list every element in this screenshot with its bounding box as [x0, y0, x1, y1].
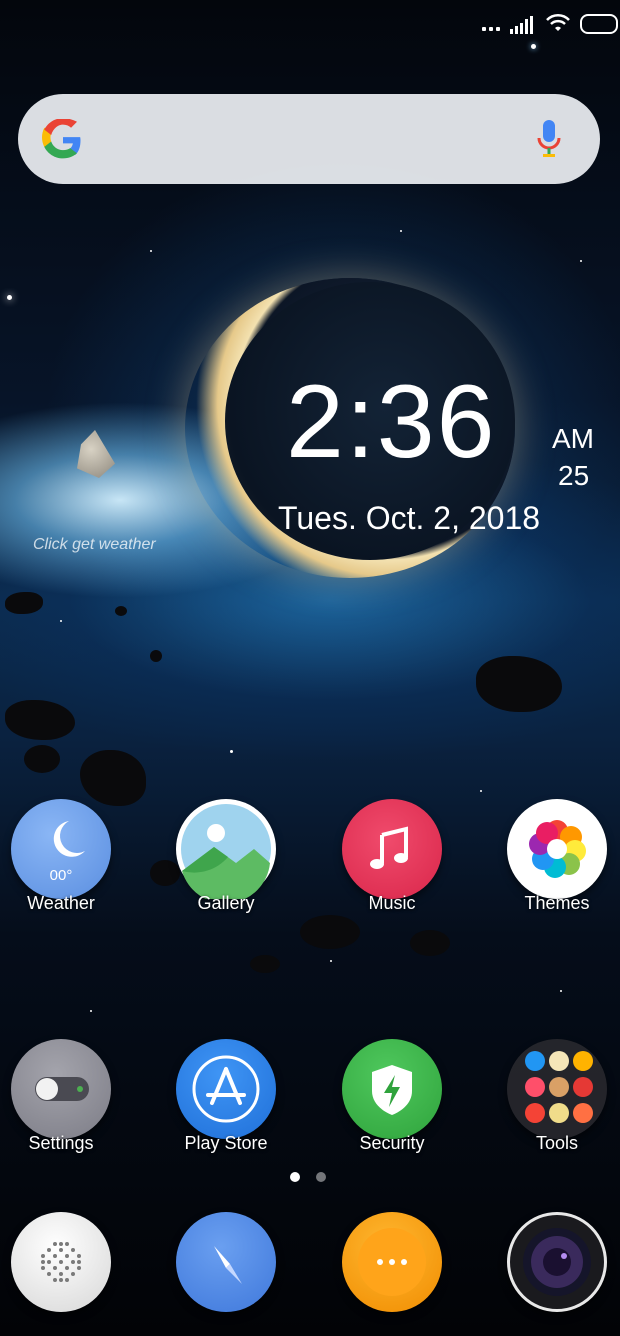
messages-dots-icon	[342, 1212, 442, 1312]
clock-seconds: 25	[558, 460, 590, 491]
star	[480, 790, 482, 792]
folder-tools[interactable]: Tools	[502, 1039, 612, 1154]
dock-messages[interactable]	[337, 1212, 447, 1312]
star	[7, 295, 12, 300]
star	[230, 750, 233, 753]
star	[560, 990, 562, 992]
camera-lens-icon	[507, 1212, 607, 1312]
themes-flower-icon	[507, 799, 607, 899]
status-bar	[0, 10, 620, 38]
moon-image	[77, 430, 115, 478]
notification-dots-icon	[482, 27, 500, 31]
security-shield-icon	[342, 1039, 442, 1139]
asteroid	[150, 650, 162, 662]
app-label: Tools	[535, 1133, 579, 1153]
phone-speaker-icon	[11, 1212, 111, 1312]
clock-ampm: AM	[552, 423, 594, 454]
app-settings[interactable]: Settings	[6, 1039, 116, 1154]
clock-date[interactable]: Tues. Oct. 2, 2018	[278, 500, 540, 537]
app-music[interactable]: Music	[337, 799, 447, 914]
tools-folder-icon	[507, 1039, 607, 1139]
asteroid	[476, 656, 562, 712]
weather-prompt[interactable]: Click get weather	[33, 536, 156, 554]
weather-moon-icon: 00°	[11, 799, 111, 899]
asteroid	[24, 745, 60, 773]
app-label: Music	[368, 893, 416, 913]
page-dot-active[interactable]	[290, 1172, 300, 1182]
wifi-icon	[546, 13, 570, 31]
star	[90, 1010, 92, 1012]
star	[580, 260, 582, 262]
asteroid	[250, 955, 280, 973]
star	[330, 960, 332, 962]
app-gallery[interactable]: Gallery	[171, 799, 281, 914]
star	[531, 44, 536, 49]
app-label: Gallery	[197, 893, 255, 913]
settings-toggle-icon	[11, 1039, 111, 1139]
app-label: Weather	[27, 893, 95, 913]
star	[60, 620, 62, 622]
dock-phone[interactable]	[6, 1212, 116, 1312]
weather-temp: 00°	[49, 867, 73, 884]
star	[400, 230, 402, 232]
asteroid	[115, 606, 127, 616]
microphone-icon[interactable]	[534, 118, 564, 160]
app-store-icon	[176, 1039, 276, 1139]
compass-icon	[176, 1212, 276, 1312]
app-label: Security	[359, 1133, 425, 1153]
app-security[interactable]: Security	[337, 1039, 447, 1154]
asteroid	[5, 592, 43, 614]
dock-browser[interactable]	[171, 1212, 281, 1312]
dock-camera[interactable]	[502, 1212, 612, 1312]
music-note-icon	[342, 799, 442, 899]
battery-icon	[580, 14, 618, 34]
asteroid	[410, 930, 450, 956]
app-weather[interactable]: 00° Weather	[6, 799, 116, 914]
app-label: Themes	[524, 893, 590, 913]
asteroid	[80, 750, 146, 806]
star	[150, 250, 152, 252]
gallery-landscape-icon	[176, 799, 276, 904]
signal-icon	[510, 16, 533, 34]
asteroid	[300, 915, 360, 949]
google-g-icon	[42, 119, 81, 159]
clock-time[interactable]: 2:36	[286, 370, 496, 474]
app-label: Play Store	[184, 1133, 268, 1153]
page-indicator	[290, 1172, 326, 1182]
page-dot[interactable]	[316, 1172, 326, 1182]
app-label: Settings	[28, 1133, 94, 1153]
google-search-bar[interactable]	[18, 94, 600, 184]
app-themes[interactable]: Themes	[502, 799, 612, 914]
app-play-store[interactable]: Play Store	[171, 1039, 281, 1154]
asteroid	[5, 700, 75, 740]
